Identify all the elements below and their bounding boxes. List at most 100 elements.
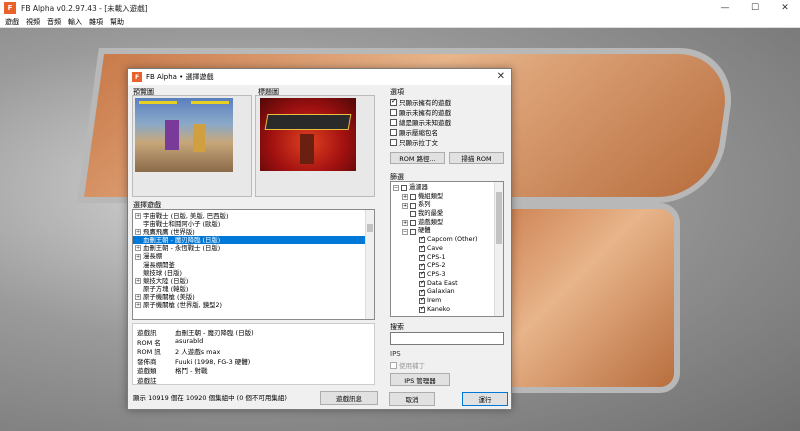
game-list-item[interactable]: + 競技大陸 (日版)	[133, 277, 365, 285]
option-checkbox-row[interactable]: 只顯示擁有的遊戲	[390, 97, 451, 107]
expand-icon[interactable]: +	[402, 202, 408, 209]
option-checkbox[interactable]	[390, 97, 397, 106]
menu-video[interactable]: 視頻	[26, 17, 40, 27]
collapse-icon[interactable]: −	[393, 185, 399, 192]
game-list-item[interactable]: + 原子機關槍 (美版)	[133, 293, 365, 301]
scroll-thumb[interactable]	[367, 224, 373, 232]
filter-tree-item[interactable]: 我的最愛	[393, 210, 495, 219]
close-icon[interactable]: ✕	[770, 0, 800, 16]
filter-label-text: CPS-2	[427, 262, 446, 270]
game-list-item[interactable]: + 宇宙戰士 (日版, 美版, 巴西版)	[133, 212, 365, 220]
filter-tree-item[interactable]: Cave	[393, 244, 495, 254]
filter-checkbox[interactable]	[410, 220, 416, 227]
filter-tree[interactable]: −過濾器+機組類型+系列我的最愛+遊戲類型−硬體Capcom (Other)Ca…	[390, 181, 504, 317]
expand-icon[interactable]: +	[402, 220, 408, 227]
use-patch-checkbox-row[interactable]: 使用補丁	[390, 360, 425, 370]
game-list-item[interactable]: 宇宙戰士和鬪阿小子 (歐版)	[133, 220, 365, 228]
filter-label-text: Capcom (Other)	[427, 236, 478, 244]
expand-icon[interactable]: +	[135, 293, 141, 300]
menu-audio[interactable]: 音頻	[47, 17, 61, 27]
filter-checkbox[interactable]	[401, 185, 407, 192]
filter-tree-item[interactable]: Capcom (Other)	[393, 235, 495, 245]
filter-tree-item[interactable]: + 遊戲類型	[393, 219, 495, 228]
expand-icon[interactable]: +	[135, 253, 141, 260]
game-name: 宇宙戰士 (日版, 美版, 巴西版)	[143, 212, 229, 220]
maximize-icon[interactable]: ☐	[740, 0, 770, 16]
option-checkbox[interactable]	[390, 138, 397, 146]
filter-tree-item[interactable]: + 機組類型	[393, 193, 495, 202]
menu-misc[interactable]: 雜項	[89, 17, 103, 27]
filter-tree-item[interactable]: − 過濾器	[393, 184, 495, 193]
option-checkbox-row[interactable]: 顯示未擁有的遊戲	[390, 107, 451, 117]
menu-input[interactable]: 輸入	[68, 17, 82, 27]
filter-checkbox[interactable]	[419, 262, 425, 270]
filter-tree-item[interactable]: Data East	[393, 279, 495, 289]
option-checkbox[interactable]	[390, 108, 397, 116]
menu-bar: 遊戲 視頻 音頻 輸入 雜項 幫助	[0, 16, 800, 28]
game-list-item[interactable]: + 原子機關槍 (世界版, 鏡型2)	[133, 301, 365, 309]
cancel-button[interactable]: 取消	[389, 392, 435, 406]
filter-checkbox[interactable]	[410, 202, 416, 209]
filter-checkbox[interactable]	[419, 270, 425, 279]
option-checkbox-row[interactable]: 總是顯示未知遊戲	[390, 117, 451, 127]
filter-checkbox[interactable]	[419, 279, 425, 288]
filter-tree-item[interactable]: Irem	[393, 296, 495, 306]
option-checkbox[interactable]	[390, 118, 397, 126]
filter-checkbox[interactable]	[419, 253, 425, 262]
expand-icon[interactable]: +	[135, 245, 141, 252]
filter-checkbox[interactable]	[419, 235, 425, 244]
expand-icon[interactable]: +	[135, 229, 141, 236]
game-list-item[interactable]: + 血刪王朝 - 永恆戰士 (日版)	[133, 244, 365, 252]
game-list-item[interactable]: 競技球 (日版)	[133, 269, 365, 277]
filter-checkbox[interactable]	[419, 296, 425, 305]
expand-icon[interactable]: +	[402, 194, 408, 201]
info-key: 遊戲類	[137, 367, 157, 375]
option-checkbox[interactable]	[390, 128, 397, 136]
preview-screenshot	[135, 98, 233, 172]
menu-game[interactable]: 遊戲	[5, 17, 19, 27]
expand-icon[interactable]: +	[135, 302, 141, 309]
info-row: ROM 訊 2 人遊戲s max	[137, 346, 220, 356]
filter-checkbox[interactable]	[419, 305, 425, 314]
filter-tree-item[interactable]: CPS-1	[393, 253, 495, 263]
game-list-scrollbar[interactable]	[365, 210, 374, 319]
game-info-button[interactable]: 遊戲訊息	[320, 391, 378, 405]
rom-path-button[interactable]: ROM 路徑...	[390, 152, 445, 164]
option-label: 顯示未擁有的遊戲	[399, 109, 451, 117]
filter-tree-item[interactable]: − 硬體	[393, 227, 495, 236]
window-title: FB Alpha v0.2.97.43 - [未載入遊戲]	[21, 3, 148, 13]
collapse-icon[interactable]: −	[402, 228, 408, 235]
game-list[interactable]: + 宇宙戰士 (日版, 美版, 巴西版) 宇宙戰士和鬪阿小子 (歐版) + 飛鷹飛鷹 (…	[132, 209, 375, 320]
filter-tree-item[interactable]: CPS-2	[393, 262, 495, 271]
menu-help[interactable]: 幫助	[110, 17, 124, 27]
filter-tree-item[interactable]: Kaneko	[393, 305, 495, 315]
search-input[interactable]	[390, 332, 504, 345]
fba-app-icon[interactable]: F	[4, 2, 16, 14]
ips-manager-button[interactable]: IPS 管理器	[390, 373, 450, 386]
run-button[interactable]: 運行	[462, 392, 508, 406]
option-checkbox-row[interactable]: 只顯示拉丁文	[390, 137, 438, 147]
game-list-item[interactable]: + 漫長棚	[133, 252, 365, 260]
filter-label-text: 系列	[418, 201, 431, 209]
filter-checkbox[interactable]	[419, 288, 425, 296]
option-label: 只顯示擁有的遊戲	[399, 99, 451, 107]
filter-tree-scrollbar[interactable]	[494, 182, 503, 316]
option-checkbox-row[interactable]: 顯示壓縮包名	[390, 127, 438, 137]
filter-tree-item[interactable]: + 系列	[393, 201, 495, 210]
game-list-item[interactable]: 漫長棚開釜	[133, 261, 365, 269]
dialog-close-icon[interactable]: ✕	[497, 71, 505, 82]
expand-icon[interactable]: +	[135, 213, 141, 220]
game-list-item[interactable]: 原子方塊 (韓版)	[133, 285, 365, 293]
filter-checkbox[interactable]	[419, 244, 425, 253]
filter-tree-item[interactable]: Galaxian	[393, 288, 495, 297]
minimize-icon[interactable]: —	[710, 0, 740, 16]
filter-checkbox[interactable]	[410, 228, 416, 235]
expand-icon[interactable]: +	[135, 277, 141, 284]
option-label: 顯示壓縮包名	[399, 129, 438, 137]
scan-rom-button[interactable]: 掃描 ROM	[449, 152, 504, 164]
filter-tree-item[interactable]: CPS-3	[393, 270, 495, 280]
filter-checkbox[interactable]	[410, 194, 416, 201]
use-patch-checkbox[interactable]	[390, 361, 397, 369]
filter-checkbox[interactable]	[410, 211, 416, 218]
scroll-thumb[interactable]	[496, 192, 502, 244]
